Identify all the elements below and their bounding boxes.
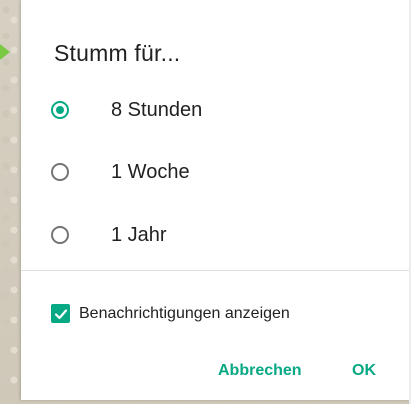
option-label: 8 Stunden	[111, 98, 203, 121]
show-notifications-checkbox[interactable]: Benachrichtigungen anzeigen	[51, 304, 290, 323]
cancel-button[interactable]: Abbrechen	[218, 362, 302, 380]
option-label: 1 Jahr	[111, 223, 167, 246]
dialog-title: Stumm für...	[54, 40, 181, 66]
checkbox-checked-icon[interactable]	[51, 304, 70, 323]
mute-dialog: Stumm für... 8 Stunden 1 Woche 1 Jahr Be…	[21, 0, 411, 404]
ok-button[interactable]: OK	[352, 362, 376, 380]
background-accent	[0, 44, 10, 60]
option-label: 1 Woche	[111, 160, 190, 183]
option-1-week[interactable]: 1 Woche	[51, 157, 190, 187]
option-1-year[interactable]: 1 Jahr	[51, 220, 167, 250]
option-8-hours[interactable]: 8 Stunden	[51, 95, 202, 125]
divider	[21, 270, 411, 271]
radio-selected-icon[interactable]	[51, 101, 69, 119]
checkmark-icon	[54, 308, 67, 319]
radio-unselected-icon[interactable]	[51, 226, 69, 244]
radio-unselected-icon[interactable]	[51, 163, 69, 181]
checkbox-label: Benachrichtigungen anzeigen	[79, 304, 290, 322]
